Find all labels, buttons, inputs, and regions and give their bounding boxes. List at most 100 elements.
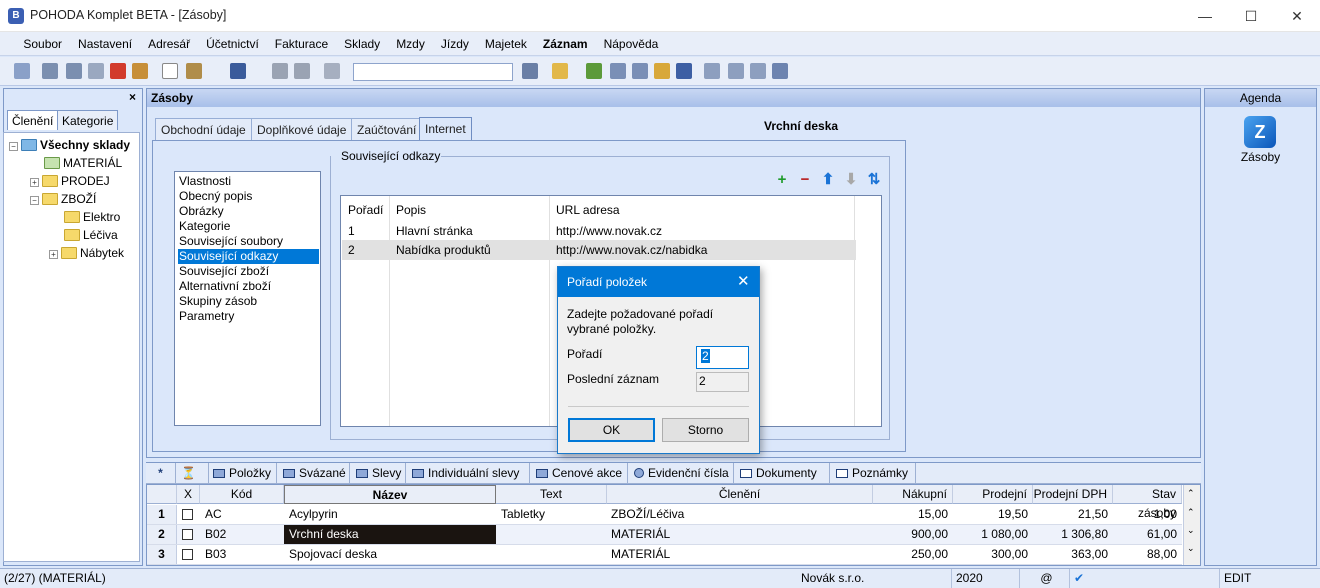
column-header-x[interactable]: X bbox=[177, 485, 200, 504]
table-row[interactable]: 3 B03 Spojovací deska MATERIÁL 250,00 30… bbox=[147, 545, 1182, 565]
table-row-selected[interactable]: 2 Nabídka produktů http://www.novak.cz/n… bbox=[342, 240, 856, 260]
table-row[interactable]: 1 AC Acylpyrin Tabletky ZBOŽÍ/Léčiva 15,… bbox=[147, 505, 1182, 525]
column-header-prodejni-dph[interactable]: Prodejní DPH bbox=[1033, 485, 1113, 504]
pdf-icon[interactable] bbox=[110, 63, 126, 79]
list-item[interactable]: Skupiny zásob bbox=[178, 294, 319, 309]
list-item[interactable]: Obecný popis bbox=[178, 189, 319, 204]
tab-polozky[interactable]: Položky bbox=[209, 463, 277, 484]
table-row-selected[interactable]: 2 B02 Vrchní deska MATERIÁL 900,00 1 080… bbox=[147, 525, 1182, 545]
scroll-up-icon[interactable]: ⌃ bbox=[1187, 507, 1195, 518]
tree-node-nabytek[interactable]: + Nábytek bbox=[49, 244, 124, 262]
column-header-cleneni[interactable]: Členění bbox=[607, 485, 873, 504]
column-header-text[interactable]: Text bbox=[496, 485, 607, 504]
list-item[interactable]: Obrázky bbox=[178, 204, 319, 219]
ok-button[interactable]: OK bbox=[568, 418, 655, 442]
column-header-nakupni[interactable]: Nákupní bbox=[873, 485, 953, 504]
tree-node-elektro[interactable]: Elektro bbox=[64, 208, 120, 226]
folder-icon[interactable] bbox=[552, 63, 568, 79]
tools-icon[interactable] bbox=[772, 63, 788, 79]
minimize-button[interactable]: — bbox=[1182, 0, 1228, 32]
tree-node-prodej[interactable]: + PRODEJ bbox=[30, 172, 110, 190]
column-header-url[interactable]: URL adresa bbox=[556, 203, 620, 217]
list-item[interactable]: Parametry bbox=[178, 309, 319, 324]
list-item[interactable]: Vlastnosti bbox=[178, 174, 319, 189]
menu-majetek[interactable]: Majetek bbox=[477, 32, 535, 56]
edit-record-icon[interactable] bbox=[186, 63, 202, 79]
cancel-button[interactable]: Storno bbox=[662, 418, 749, 442]
column-header-poradi[interactable]: Pořadí bbox=[348, 203, 383, 217]
column-header-prodejni[interactable]: Prodejní bbox=[953, 485, 1033, 504]
zasoby-agenda-label[interactable]: Zásoby bbox=[1205, 150, 1316, 164]
menu-ucetnictvi[interactable]: Účetnictví bbox=[198, 32, 267, 56]
move-up-icon[interactable]: ⬆ bbox=[821, 172, 835, 187]
iban-icon[interactable] bbox=[676, 63, 692, 79]
list-item[interactable]: Alternativní zboží bbox=[178, 279, 319, 294]
table-row[interactable]: 1 Hlavní stránka http://www.novak.cz bbox=[342, 221, 856, 241]
maximize-button[interactable]: ☐ bbox=[1228, 0, 1274, 32]
tree-node-vsechny-sklady[interactable]: − Všechny sklady bbox=[9, 136, 130, 154]
menu-zaznam[interactable]: Záznam bbox=[535, 32, 596, 56]
dialog-close-icon[interactable]: ✕ bbox=[737, 267, 750, 297]
calculator-icon[interactable] bbox=[610, 63, 626, 79]
table-icon[interactable] bbox=[632, 63, 648, 79]
list-item-selected[interactable]: Související odkazy bbox=[178, 249, 319, 264]
filter-icon[interactable]: ⏳ bbox=[177, 463, 209, 484]
add-icon[interactable]: + bbox=[775, 172, 789, 187]
remove-icon[interactable]: − bbox=[798, 172, 812, 187]
back-arrow-icon[interactable] bbox=[230, 63, 246, 79]
list-item[interactable]: Související zboží bbox=[178, 264, 319, 279]
tab-evidencni-cisla[interactable]: Evidenční čísla bbox=[630, 463, 734, 484]
list-item[interactable]: Kategorie bbox=[178, 219, 319, 234]
menu-soubor[interactable]: Soubor bbox=[15, 32, 70, 56]
coins-icon[interactable] bbox=[654, 63, 670, 79]
menu-adresar[interactable]: Adresář bbox=[140, 32, 198, 56]
scroll-down-icon[interactable]: ⌄ bbox=[1187, 525, 1195, 536]
row-checkbox[interactable] bbox=[182, 529, 193, 540]
close-window-button[interactable]: ✕ bbox=[1274, 0, 1320, 32]
tab-doplnkove-udaje[interactable]: Doplňkové údaje bbox=[251, 118, 353, 140]
tree-node-leciva[interactable]: Léčiva bbox=[64, 226, 118, 244]
column-header-stav-zasoby[interactable]: Stav zásoby bbox=[1113, 485, 1182, 520]
print-preview-icon[interactable] bbox=[66, 63, 82, 79]
tab-dokumenty[interactable]: Dokumenty bbox=[736, 463, 830, 484]
close-panel-icon[interactable]: × bbox=[129, 90, 136, 104]
reorder-icon[interactable]: ⇅ bbox=[867, 172, 881, 187]
tab-individualni-slevy[interactable]: Individuální slevy bbox=[408, 463, 530, 484]
grid-scrollbar[interactable]: ⌃ ⌃ ⌄ ⌄ bbox=[1183, 485, 1200, 565]
column-header-nazev[interactable]: Název bbox=[284, 485, 496, 504]
print-icon[interactable] bbox=[42, 63, 58, 79]
asterisk-icon[interactable]: * bbox=[146, 463, 176, 484]
tab-cenove-akce[interactable]: Cenové akce bbox=[532, 463, 628, 484]
tab-cleneni[interactable]: Členění bbox=[7, 110, 59, 130]
column-header-popis[interactable]: Popis bbox=[396, 203, 426, 217]
menu-jizdy[interactable]: Jízdy bbox=[433, 32, 477, 56]
agenda-icon[interactable] bbox=[14, 63, 30, 79]
money-icon[interactable] bbox=[586, 63, 602, 79]
tab-internet[interactable]: Internet bbox=[419, 117, 472, 141]
tab-poznamky[interactable]: Poznámky bbox=[832, 463, 916, 484]
tab-kategorie[interactable]: Kategorie bbox=[57, 110, 119, 130]
window-icon[interactable] bbox=[750, 63, 766, 79]
menu-nastaveni[interactable]: Nastavení bbox=[70, 32, 140, 56]
scroll-bottom-icon[interactable]: ⌄ bbox=[1187, 543, 1195, 554]
filter-icon[interactable] bbox=[522, 63, 538, 79]
tab-obchodni-udaje[interactable]: Obchodní údaje bbox=[155, 118, 252, 140]
poradi-input[interactable]: 2 bbox=[696, 346, 749, 369]
tab-zauctovani[interactable]: Zaúčtování bbox=[351, 118, 423, 140]
menu-mzdy[interactable]: Mzdy bbox=[388, 32, 433, 56]
preview-icon[interactable] bbox=[88, 63, 104, 79]
tree-node-zbozi[interactable]: − ZBOŽÍ bbox=[30, 190, 96, 208]
new-record-icon[interactable] bbox=[162, 63, 178, 79]
row-checkbox[interactable] bbox=[182, 549, 193, 560]
tree-node-material[interactable]: MATERIÁL bbox=[44, 154, 122, 172]
export-icon[interactable] bbox=[132, 63, 148, 79]
tab-slevy[interactable]: Slevy bbox=[352, 463, 406, 484]
toolbar-combo[interactable] bbox=[353, 63, 513, 81]
row-checkbox[interactable] bbox=[182, 509, 193, 520]
column-header-kod[interactable]: Kód bbox=[200, 485, 284, 504]
menu-fakturace[interactable]: Fakturace bbox=[267, 32, 336, 56]
zasoby-agenda-icon[interactable]: Z bbox=[1244, 116, 1276, 148]
menu-napoveda[interactable]: Nápověda bbox=[596, 32, 667, 56]
comment-icon[interactable] bbox=[704, 63, 720, 79]
list-item[interactable]: Související soubory bbox=[178, 234, 319, 249]
